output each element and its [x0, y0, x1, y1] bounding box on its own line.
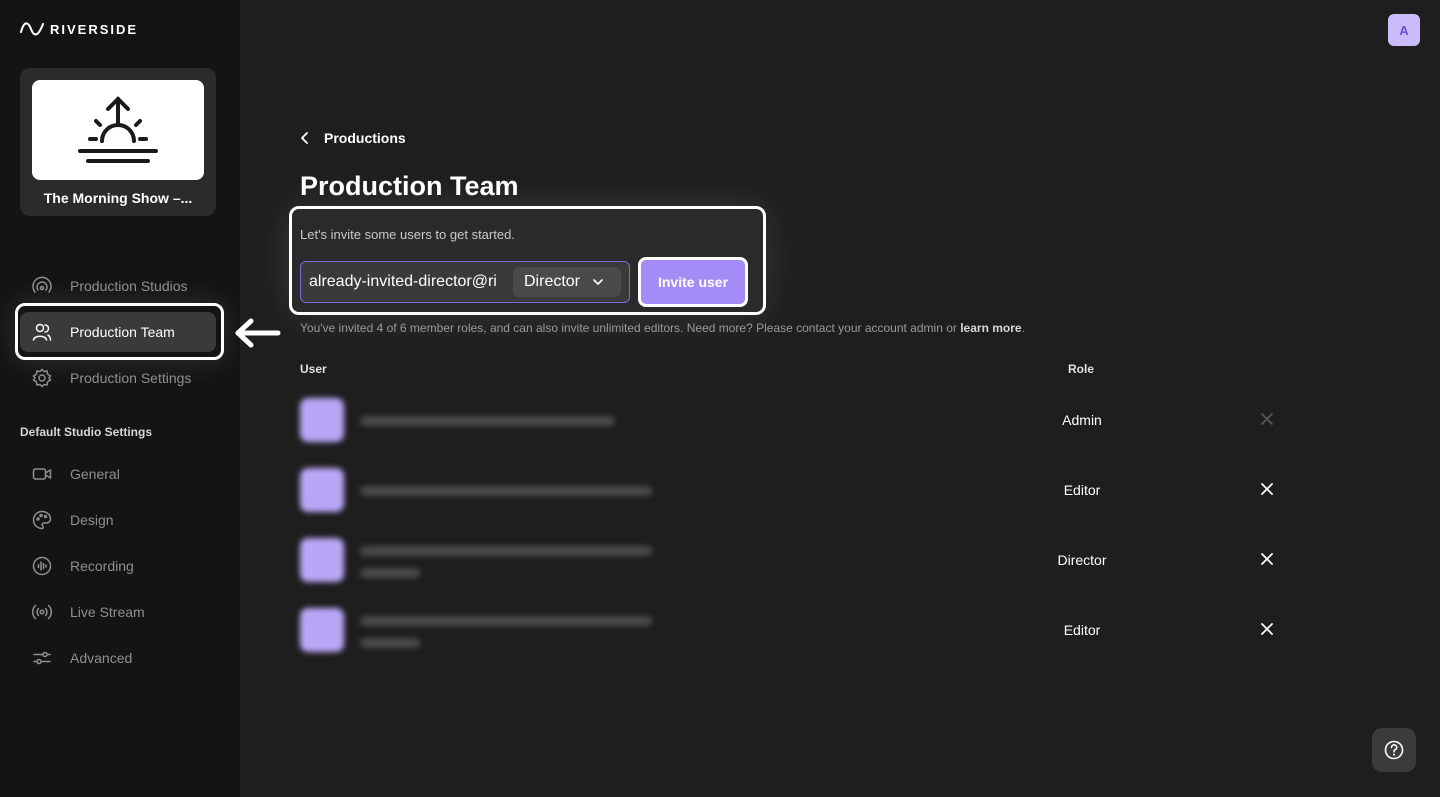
- sidebar-item-advanced[interactable]: Advanced: [20, 638, 216, 678]
- sidebar-item-production-settings[interactable]: Production Settings: [20, 358, 216, 398]
- learn-more-link[interactable]: learn more: [960, 321, 1021, 335]
- role-selected: Director: [524, 273, 581, 290]
- invite-panel: Let's invite some users to get started. …: [289, 206, 766, 315]
- recording-icon: [32, 556, 52, 576]
- close-icon: [1261, 623, 1273, 635]
- show-card[interactable]: The Morning Show –...: [20, 68, 216, 216]
- close-icon: [1261, 413, 1273, 425]
- row-role: Editor: [1063, 622, 1101, 638]
- show-title: The Morning Show –...: [43, 190, 193, 206]
- arrow-left-icon: [235, 318, 281, 348]
- row-role: Editor: [1063, 482, 1101, 498]
- user-avatar: [300, 608, 344, 652]
- sidebar-item-general[interactable]: General: [20, 454, 216, 494]
- user-avatar: [300, 398, 344, 442]
- invite-info: You've invited 4 of 6 member roles, and …: [300, 321, 1025, 335]
- invite-info-text: You've invited 4 of 6 member roles, and …: [300, 321, 961, 335]
- redacted-email: [360, 416, 615, 426]
- table-row: Admin: [300, 396, 1290, 446]
- table-row: Editor: [300, 606, 1290, 656]
- sidebar: RIVERSIDE The Morning Show –... Producti…: [0, 0, 240, 797]
- sidebar-item-label: Advanced: [70, 650, 133, 666]
- sidebar-item-label: Production Team: [70, 324, 175, 340]
- email-value[interactable]: already-invited-director@ri: [309, 273, 515, 291]
- redacted-email: [360, 568, 420, 578]
- role-dropdown[interactable]: Director: [513, 267, 621, 297]
- default-studio-settings-label: Default Studio Settings: [20, 425, 152, 439]
- invite-user-button[interactable]: Invite user: [638, 257, 748, 307]
- close-icon: [1261, 553, 1273, 565]
- wave-logo-icon: [20, 22, 44, 36]
- column-header-role: Role: [1068, 362, 1095, 376]
- redacted-email: [360, 638, 420, 648]
- invite-info-end: .: [1021, 321, 1025, 335]
- remove-user-button[interactable]: [1258, 480, 1276, 498]
- remove-user-button[interactable]: [1258, 620, 1276, 638]
- table-row: Director: [300, 536, 1290, 586]
- table-row: Editor: [300, 466, 1290, 516]
- chevron-down-icon: [593, 279, 603, 285]
- sidebar-item-production-team[interactable]: Production Team: [20, 312, 216, 352]
- palette-icon: [32, 510, 52, 530]
- chevron-left-icon: [301, 132, 308, 144]
- show-thumbnail: [32, 80, 204, 180]
- breadcrumb-label: Productions: [324, 130, 406, 146]
- sidebar-item-label: General: [70, 466, 120, 482]
- close-icon: [1261, 483, 1273, 495]
- redacted-email: [360, 616, 652, 626]
- user-avatar: [300, 538, 344, 582]
- sidebar-item-label: Design: [70, 512, 114, 528]
- remove-user-button: [1258, 410, 1276, 428]
- gear-icon: [32, 368, 52, 388]
- help-button[interactable]: [1372, 728, 1416, 772]
- sidebar-item-label: Production Studios: [70, 278, 188, 294]
- row-role: Admin: [1062, 412, 1102, 428]
- brand-name: RIVERSIDE: [50, 21, 139, 37]
- avatar[interactable]: A: [1388, 14, 1420, 46]
- user-avatar: [300, 468, 344, 512]
- help-icon: [1384, 740, 1404, 760]
- sidebar-item-label: Live Stream: [70, 604, 145, 620]
- sunrise-icon: [78, 96, 158, 163]
- remove-user-button[interactable]: [1258, 550, 1276, 568]
- breadcrumb-back-productions[interactable]: Productions: [300, 130, 406, 146]
- email-field[interactable]: already-invited-director@ri Director: [300, 261, 630, 303]
- riverside-logo[interactable]: RIVERSIDE: [20, 20, 138, 38]
- camera-icon: [32, 468, 52, 480]
- sidebar-item-label: Production Settings: [70, 370, 192, 386]
- redacted-email: [360, 546, 652, 556]
- page-title: Production Team: [300, 171, 519, 201]
- studio-icon: [32, 276, 52, 293]
- sidebar-item-production-studios[interactable]: Production Studios: [20, 266, 216, 306]
- redacted-email: [360, 486, 652, 496]
- invite-hint: Let's invite some users to get started.: [300, 227, 515, 242]
- row-role: Director: [1057, 552, 1107, 568]
- sidebar-item-recording[interactable]: Recording: [20, 546, 216, 586]
- sidebar-item-design[interactable]: Design: [20, 500, 216, 540]
- sidebar-item-label: Recording: [70, 558, 134, 574]
- column-header-user: User: [300, 362, 327, 376]
- broadcast-icon: [32, 604, 52, 620]
- sidebar-item-live-stream[interactable]: Live Stream: [20, 592, 216, 632]
- sliders-icon: [33, 651, 51, 665]
- team-icon: [32, 323, 52, 341]
